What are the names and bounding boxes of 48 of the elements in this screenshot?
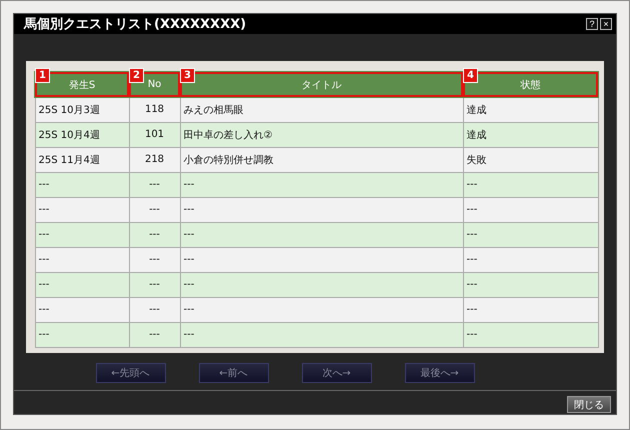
- help-button[interactable]: ?: [586, 18, 598, 30]
- table-cell: ---: [180, 197, 463, 222]
- table-cell: ---: [463, 222, 598, 247]
- table-cell: 25S 10月4週: [35, 122, 129, 147]
- table-cell: 小倉の特別併せ調教: [180, 147, 463, 172]
- table-cell: ---: [180, 322, 463, 347]
- table-cell: ---: [129, 272, 180, 297]
- close-button[interactable]: 閉じる: [567, 396, 611, 413]
- close-button[interactable]: ×: [600, 18, 612, 30]
- table-cell: ---: [35, 222, 129, 247]
- callout-badge: 4: [463, 68, 478, 83]
- table-cell: ---: [180, 172, 463, 197]
- table-cell: ---: [463, 172, 598, 197]
- table-cell: ---: [463, 322, 598, 347]
- table-cell: 101: [129, 122, 180, 147]
- table-cell: 218: [129, 147, 180, 172]
- table-cell: ---: [463, 197, 598, 222]
- table-cell: ---: [129, 322, 180, 347]
- table-cell: 25S 10月3週: [35, 97, 129, 122]
- table-cell: 達成: [463, 97, 598, 122]
- table-cell: ---: [129, 172, 180, 197]
- table-cell: ---: [463, 272, 598, 297]
- table-cell: ---: [180, 272, 463, 297]
- table-cell: ---: [35, 247, 129, 272]
- table-cell: ---: [35, 322, 129, 347]
- table-cell: ---: [180, 222, 463, 247]
- callout-badge: 2: [129, 68, 144, 83]
- table-cell: みえの相馬眼: [180, 97, 463, 122]
- table-cell: ---: [129, 247, 180, 272]
- table-cell: ---: [463, 247, 598, 272]
- table-cell: ---: [180, 297, 463, 322]
- table-cell: ---: [180, 247, 463, 272]
- table-cell: 失敗: [463, 147, 598, 172]
- window-title: 馬個別クエストリスト(XXXXXXXX): [24, 16, 246, 33]
- callout-badge: 3: [180, 68, 195, 83]
- callout-badge: 1: [35, 68, 50, 83]
- table-cell: ---: [463, 297, 598, 322]
- table-cell: 25S 11月4週: [35, 147, 129, 172]
- table-cell: ---: [129, 197, 180, 222]
- table-cell: ---: [35, 297, 129, 322]
- table-cell: ---: [35, 272, 129, 297]
- table-cell: 達成: [463, 122, 598, 147]
- table-cell: 118: [129, 97, 180, 122]
- table-cell: 田中卓の差し入れ②: [180, 122, 463, 147]
- table-cell: ---: [129, 297, 180, 322]
- table-cell: ---: [35, 172, 129, 197]
- table-cell: ---: [129, 222, 180, 247]
- table-cell: ---: [35, 197, 129, 222]
